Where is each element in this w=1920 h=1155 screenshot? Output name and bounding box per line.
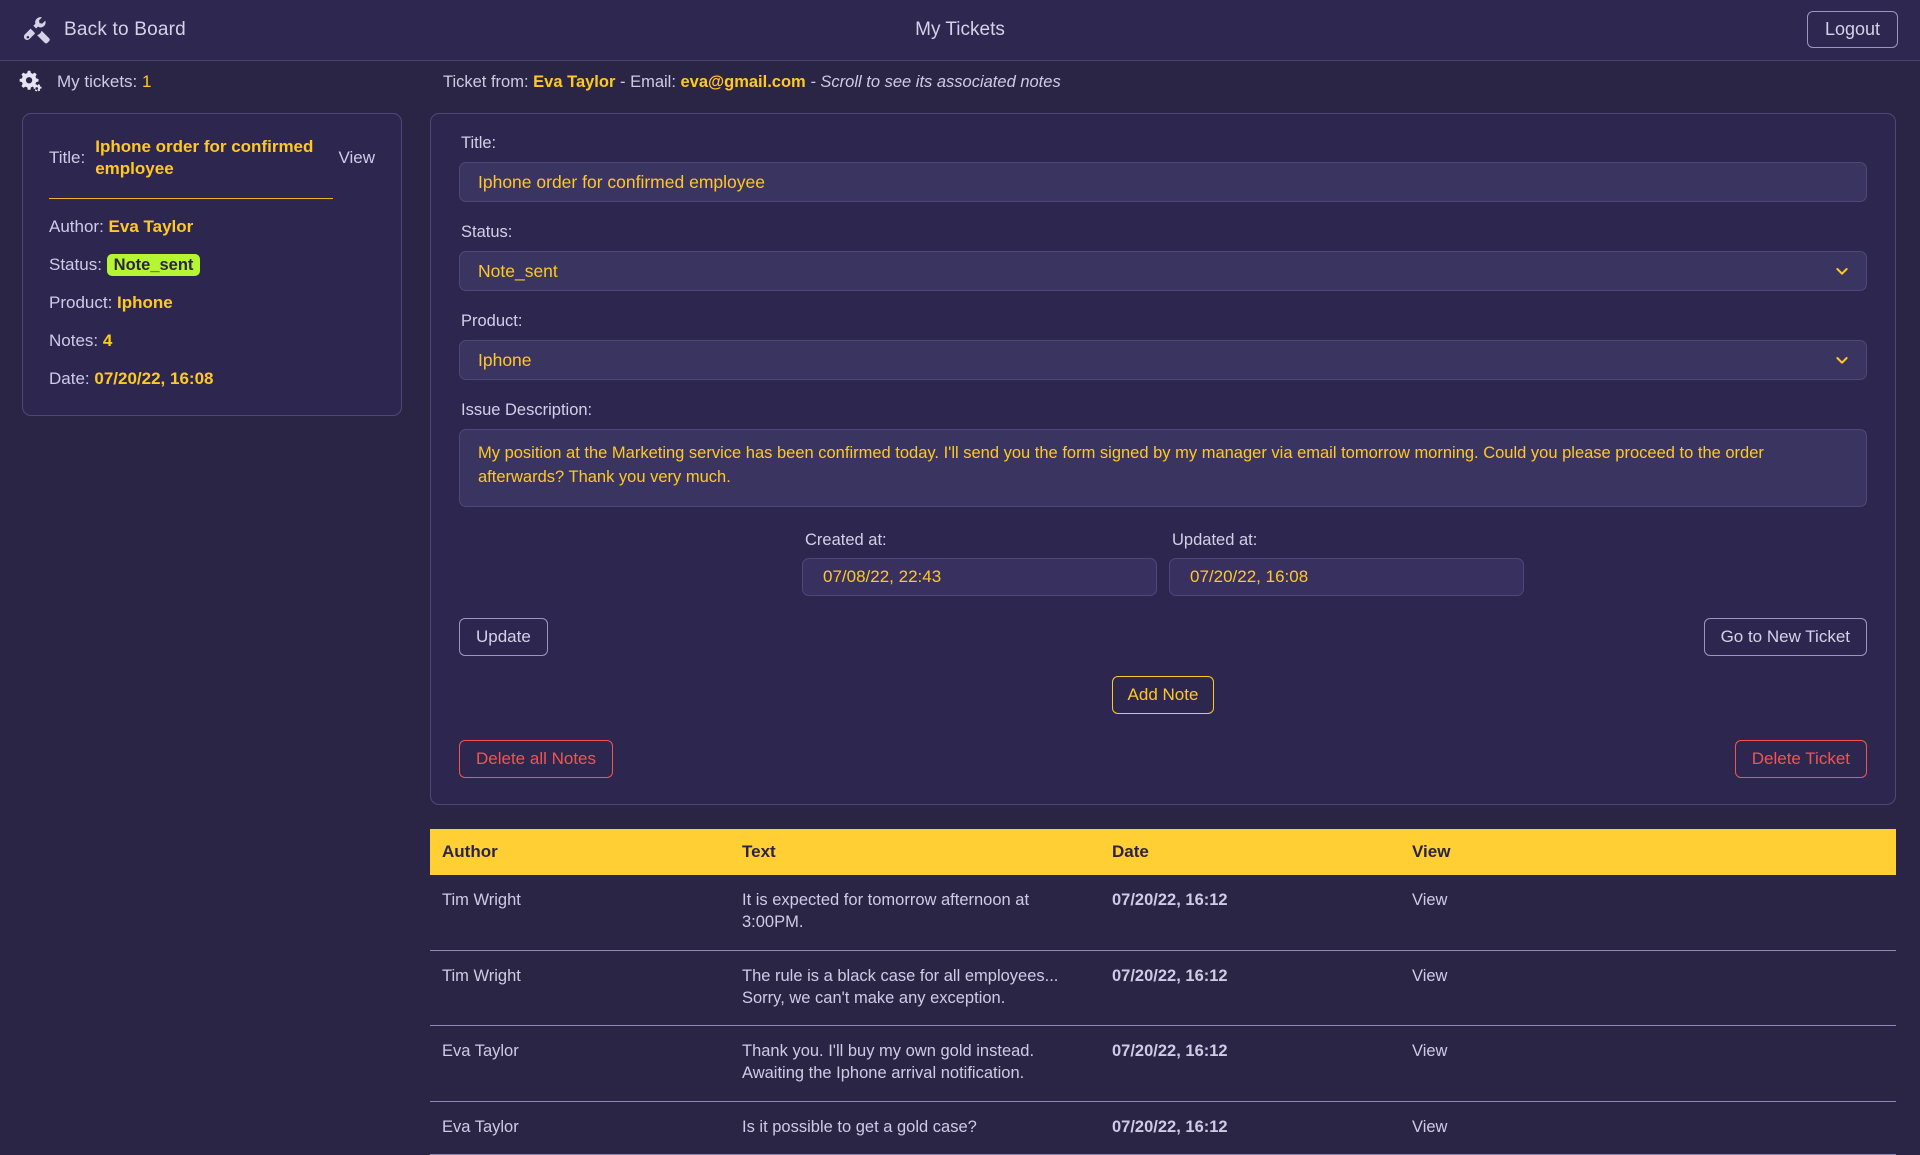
product-label: Product:	[461, 312, 523, 330]
page-body: Title: Iphone order for confirmed employ…	[0, 103, 1920, 1155]
column-header-author: Author	[430, 829, 732, 875]
card-date-value: 07/20/22, 16:08	[94, 368, 214, 388]
status-badge: Note_sent	[106, 253, 201, 276]
note-author: Tim Wright	[430, 875, 732, 951]
ticket-summary-card[interactable]: Title: Iphone order for confirmed employ…	[22, 113, 402, 416]
my-tickets-count: 1	[142, 72, 152, 91]
card-date-row: Date: 07/20/22, 16:08	[49, 369, 375, 389]
note-date: 07/20/22, 16:12	[1102, 950, 1402, 1027]
issue-description-label: Issue Description:	[461, 401, 593, 419]
table-row: Tim Wright The rule is a black case for a…	[430, 950, 1896, 1027]
title-input[interactable]: Iphone order for confirmed employee	[459, 162, 1867, 202]
ticket-email-value: eva@gmail.com	[680, 72, 806, 91]
status-select[interactable]: Note_sent	[459, 251, 1867, 291]
note-author: Eva Taylor	[430, 1101, 732, 1155]
notes-table-body: Tim Wright It is expected for tomorrow af…	[430, 875, 1896, 1155]
updated-at-cell: Updated at: 07/20/22, 16:08	[1169, 531, 1524, 596]
card-author-label: Author:	[49, 216, 104, 236]
card-product-label: Product:	[49, 292, 113, 312]
card-author-row: Author: Eva Taylor	[49, 217, 375, 237]
created-at-cell: Created at: 07/08/22, 22:43	[802, 531, 1157, 596]
update-button[interactable]: Update	[459, 618, 548, 656]
note-view[interactable]: View	[1402, 1101, 1896, 1155]
table-row: Eva Taylor Thank you. I'll buy my own gol…	[430, 1025, 1896, 1102]
notes-table-header-row: Author Text Date View	[430, 829, 1896, 875]
card-title-row: Title: Iphone order for confirmed employ…	[49, 136, 375, 180]
tools-icon	[22, 15, 52, 45]
note-text: Is it possible to get a gold case?	[732, 1101, 1102, 1155]
primary-button-row: Update Go to New Ticket	[459, 618, 1867, 656]
ticket-email-prefix: - Email:	[619, 72, 676, 91]
back-to-board-label: Back to Board	[64, 19, 186, 40]
issue-description-textarea[interactable]: My position at the Marketing service has…	[459, 429, 1867, 507]
product-select-value: Iphone	[478, 349, 532, 370]
note-view[interactable]: View	[1402, 950, 1896, 1027]
card-product-value: Iphone	[117, 292, 173, 312]
note-view[interactable]: View	[1402, 875, 1896, 951]
product-select[interactable]: Iphone	[459, 340, 1867, 380]
note-date: 07/20/22, 16:12	[1102, 1101, 1402, 1155]
card-notes-label: Notes:	[49, 330, 99, 350]
delete-ticket-button[interactable]: Delete Ticket	[1734, 740, 1867, 778]
card-status-label: Status:	[49, 254, 102, 274]
add-note-button[interactable]: Add Note	[1111, 676, 1215, 714]
ticket-form-panel: Title: Iphone order for confirmed employ…	[430, 113, 1896, 805]
chevron-down-icon	[1834, 352, 1850, 368]
note-date: 07/20/22, 16:12	[1102, 1025, 1402, 1102]
column-header-date: Date	[1102, 829, 1402, 875]
column-header-view: View	[1402, 829, 1896, 875]
note-date: 07/20/22, 16:12	[1102, 875, 1402, 951]
card-title-value: Iphone order for confirmed employee	[95, 137, 314, 178]
card-divider	[49, 197, 333, 199]
created-at-label: Created at:	[805, 531, 887, 549]
chevron-down-icon	[1834, 263, 1850, 279]
scroll-hint: - Scroll to see its associated notes	[810, 72, 1061, 91]
delete-all-notes-button[interactable]: Delete all Notes	[459, 740, 614, 778]
note-author: Eva Taylor	[430, 1025, 732, 1102]
notes-table: Author Text Date View Tim Wright It is ex…	[430, 829, 1896, 1155]
page-title: My Tickets	[915, 19, 1005, 40]
card-title-label: Title:	[49, 147, 86, 167]
note-view[interactable]: View	[1402, 1025, 1896, 1102]
column-header-text: Text	[732, 829, 1102, 875]
card-product-row: Product: Iphone	[49, 293, 375, 313]
gears-icon	[18, 68, 46, 96]
my-tickets-indicator: My tickets: 1	[18, 68, 152, 96]
logout-button[interactable]: Logout	[1806, 11, 1898, 48]
tickets-sidebar: Title: Iphone order for confirmed employ…	[0, 103, 418, 416]
updated-at-value: 07/20/22, 16:08	[1169, 558, 1524, 596]
go-to-new-ticket-button[interactable]: Go to New Ticket	[1703, 618, 1867, 656]
main-content: Title: Iphone order for confirmed employ…	[418, 103, 1920, 1155]
note-author: Tim Wright	[430, 950, 732, 1027]
updated-at-label: Updated at:	[1172, 531, 1258, 549]
card-date-label: Date:	[49, 368, 90, 388]
dates-row: Created at: 07/08/22, 22:43 Updated at: …	[459, 531, 1867, 596]
card-notes-row: Notes: 4	[49, 331, 375, 351]
table-row: Tim Wright It is expected for tomorrow af…	[430, 875, 1896, 951]
card-notes-value: 4	[102, 330, 113, 350]
my-tickets-label: My tickets: 1	[57, 72, 152, 92]
note-text: Thank you. I'll buy my own gold instead.…	[732, 1025, 1102, 1102]
top-navbar: Back to Board My Tickets Logout	[0, 0, 1920, 61]
note-text: The rule is a black case for all employe…	[732, 950, 1102, 1027]
danger-button-row: Delete all Notes Delete Ticket	[459, 740, 1867, 778]
status-label: Status:	[461, 223, 513, 241]
card-author-value: Eva Taylor	[108, 216, 194, 236]
my-tickets-text: My tickets:	[57, 72, 138, 91]
status-select-value: Note_sent	[478, 260, 558, 281]
card-status-row: Status: Note_sent	[49, 253, 375, 276]
table-row: Eva Taylor Is it possible to get a gold c…	[430, 1101, 1896, 1155]
back-to-board-link[interactable]: Back to Board	[22, 15, 186, 45]
card-view-link[interactable]: View	[338, 148, 375, 168]
title-label: Title:	[461, 134, 497, 152]
ticket-from-bar: Ticket from: Eva Taylor - Email: eva@gma…	[443, 73, 1061, 92]
sub-header: My tickets: 1 Ticket from: Eva Taylor - …	[0, 61, 1920, 103]
notes-table-head: Author Text Date View	[430, 829, 1896, 875]
created-at-value: 07/08/22, 22:43	[802, 558, 1157, 596]
note-text: It is expected for tomorrow afternoon at…	[732, 875, 1102, 951]
ticket-from-name: Eva Taylor	[533, 72, 616, 91]
ticket-from-prefix: Ticket from:	[443, 72, 529, 91]
